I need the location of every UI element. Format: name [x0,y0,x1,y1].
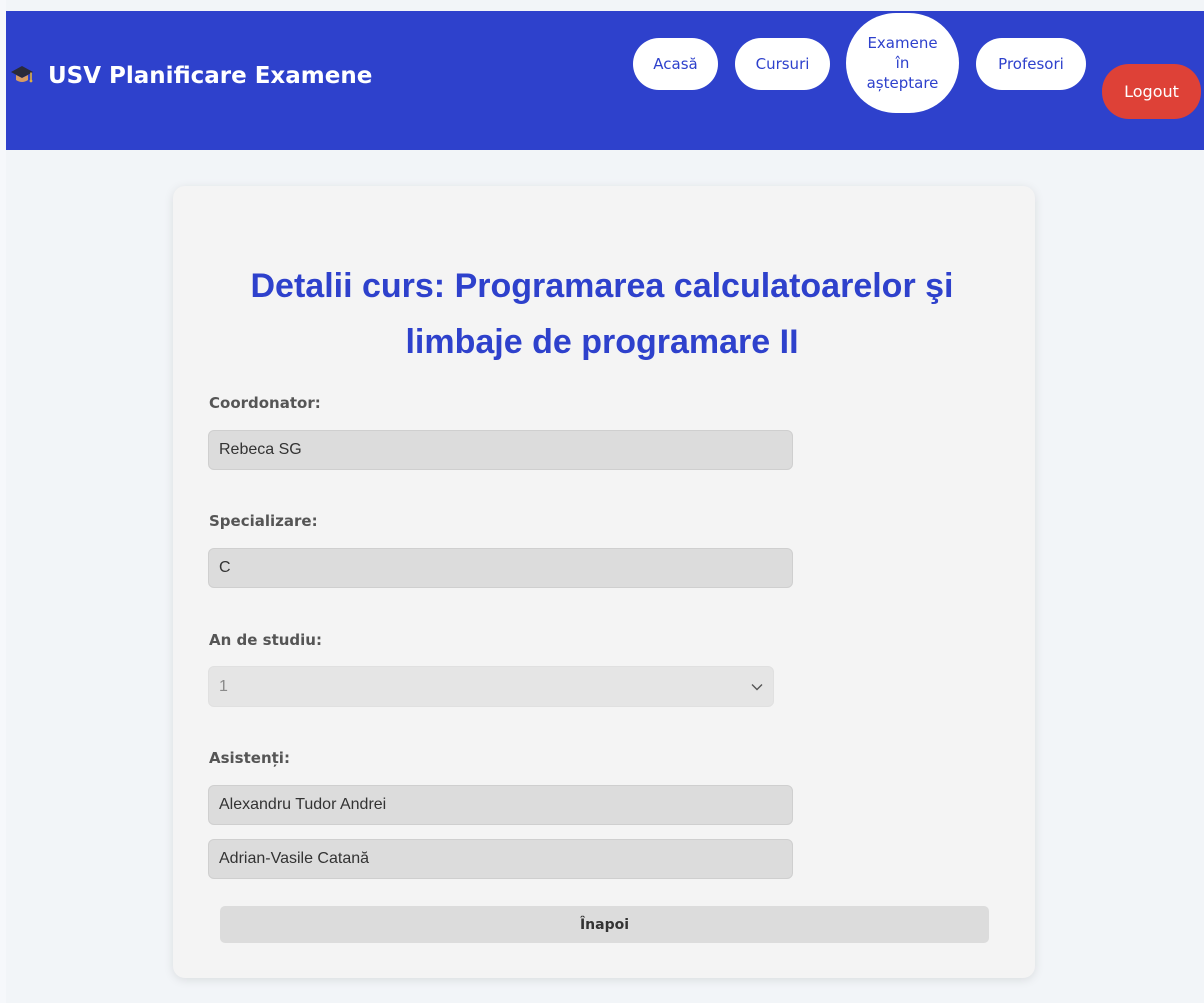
chevron-down-icon [751,678,763,696]
nav-courses[interactable]: Cursuri [735,38,830,90]
specialization-field[interactable]: C [208,548,793,588]
graduation-cap-icon [6,61,40,91]
nav-home[interactable]: Acasă [633,38,718,90]
brand-title: USV Planificare Examene [48,63,373,89]
study-year-selected: 1 [219,677,228,695]
study-year-select[interactable]: 1 [208,666,774,707]
assistants-label: Asistenți: [209,749,290,767]
study-year-label: An de studiu: [209,631,322,649]
logout-button[interactable]: Logout [1102,64,1201,119]
brand[interactable]: USV Planificare Examene [6,61,372,91]
assistant-field-2[interactable]: Adrian-Vasile Catană [208,839,793,879]
nav-professors[interactable]: Profesori [976,38,1086,90]
page-title-wrapper: Detalii curs: Programarea calculatoarelo… [0,258,1204,370]
left-edge [0,0,6,1003]
nav-pending-exams[interactable]: Examene în așteptare [846,13,959,113]
specialization-label: Specializare: [209,512,318,530]
assistant-field-1[interactable]: Alexandru Tudor Andrei [208,785,793,825]
page-title: Detalii curs: Programarea calculatoarelo… [250,267,954,361]
page: USV Planificare Examene Acasă Cursuri Ex… [0,0,1204,1003]
back-button[interactable]: Înapoi [220,906,989,943]
coordinator-field[interactable]: Rebeca SG [208,430,793,470]
coordinator-label: Coordonator: [209,394,321,412]
